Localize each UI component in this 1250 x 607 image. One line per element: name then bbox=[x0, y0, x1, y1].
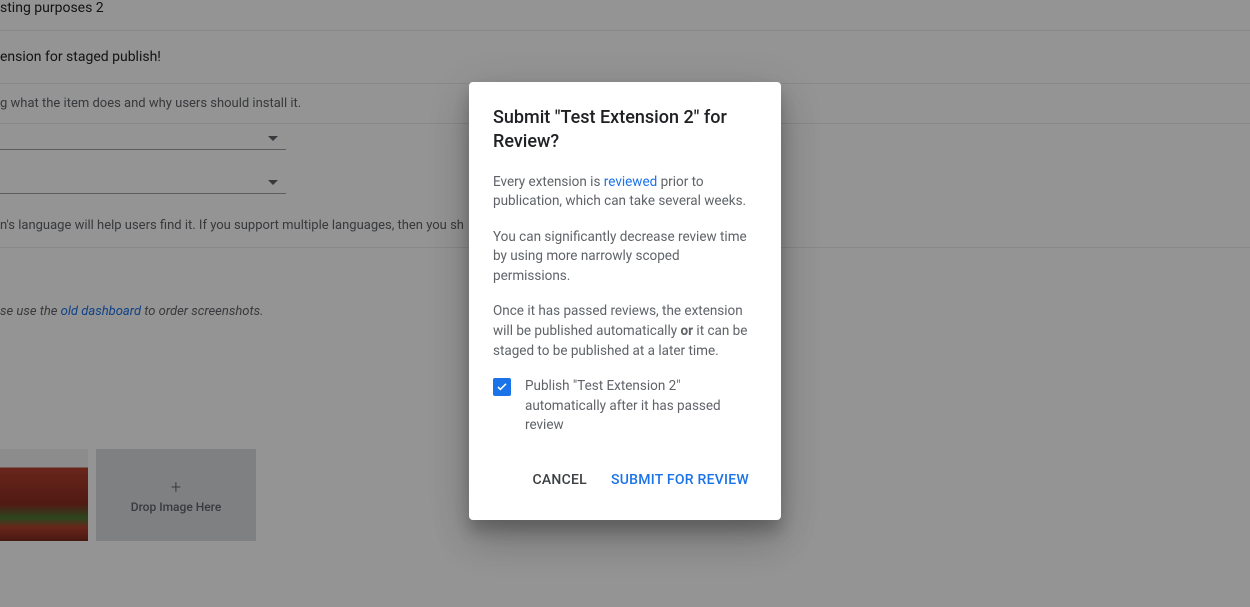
reviewed-link[interactable]: reviewed bbox=[604, 174, 657, 190]
modal-overlay: Submit "Test Extension 2" for Review? Ev… bbox=[0, 0, 1250, 607]
dialog-paragraph-publish: Once it has passed reviews, the extensio… bbox=[493, 302, 757, 361]
dialog-actions: CANCEL SUBMIT FOR REVIEW bbox=[493, 464, 757, 496]
text-bold: or bbox=[680, 323, 693, 339]
dialog-paragraph-review: Every extension is reviewed prior to pub… bbox=[493, 173, 757, 212]
dialog-body: Every extension is reviewed prior to pub… bbox=[493, 173, 757, 436]
checkmark-icon bbox=[497, 383, 507, 391]
auto-publish-checkbox[interactable] bbox=[493, 378, 511, 396]
cancel-button[interactable]: CANCEL bbox=[525, 464, 595, 496]
dialog-paragraph-permissions: You can significantly decrease review ti… bbox=[493, 228, 757, 287]
dialog-title: Submit "Test Extension 2" for Review? bbox=[493, 106, 757, 155]
submit-for-review-button[interactable]: SUBMIT FOR REVIEW bbox=[603, 464, 757, 496]
submit-review-dialog: Submit "Test Extension 2" for Review? Ev… bbox=[469, 82, 781, 520]
auto-publish-label: Publish "Test Extension 2" automatically… bbox=[525, 377, 757, 436]
text: Every extension is bbox=[493, 174, 604, 190]
auto-publish-option[interactable]: Publish "Test Extension 2" automatically… bbox=[493, 377, 757, 436]
